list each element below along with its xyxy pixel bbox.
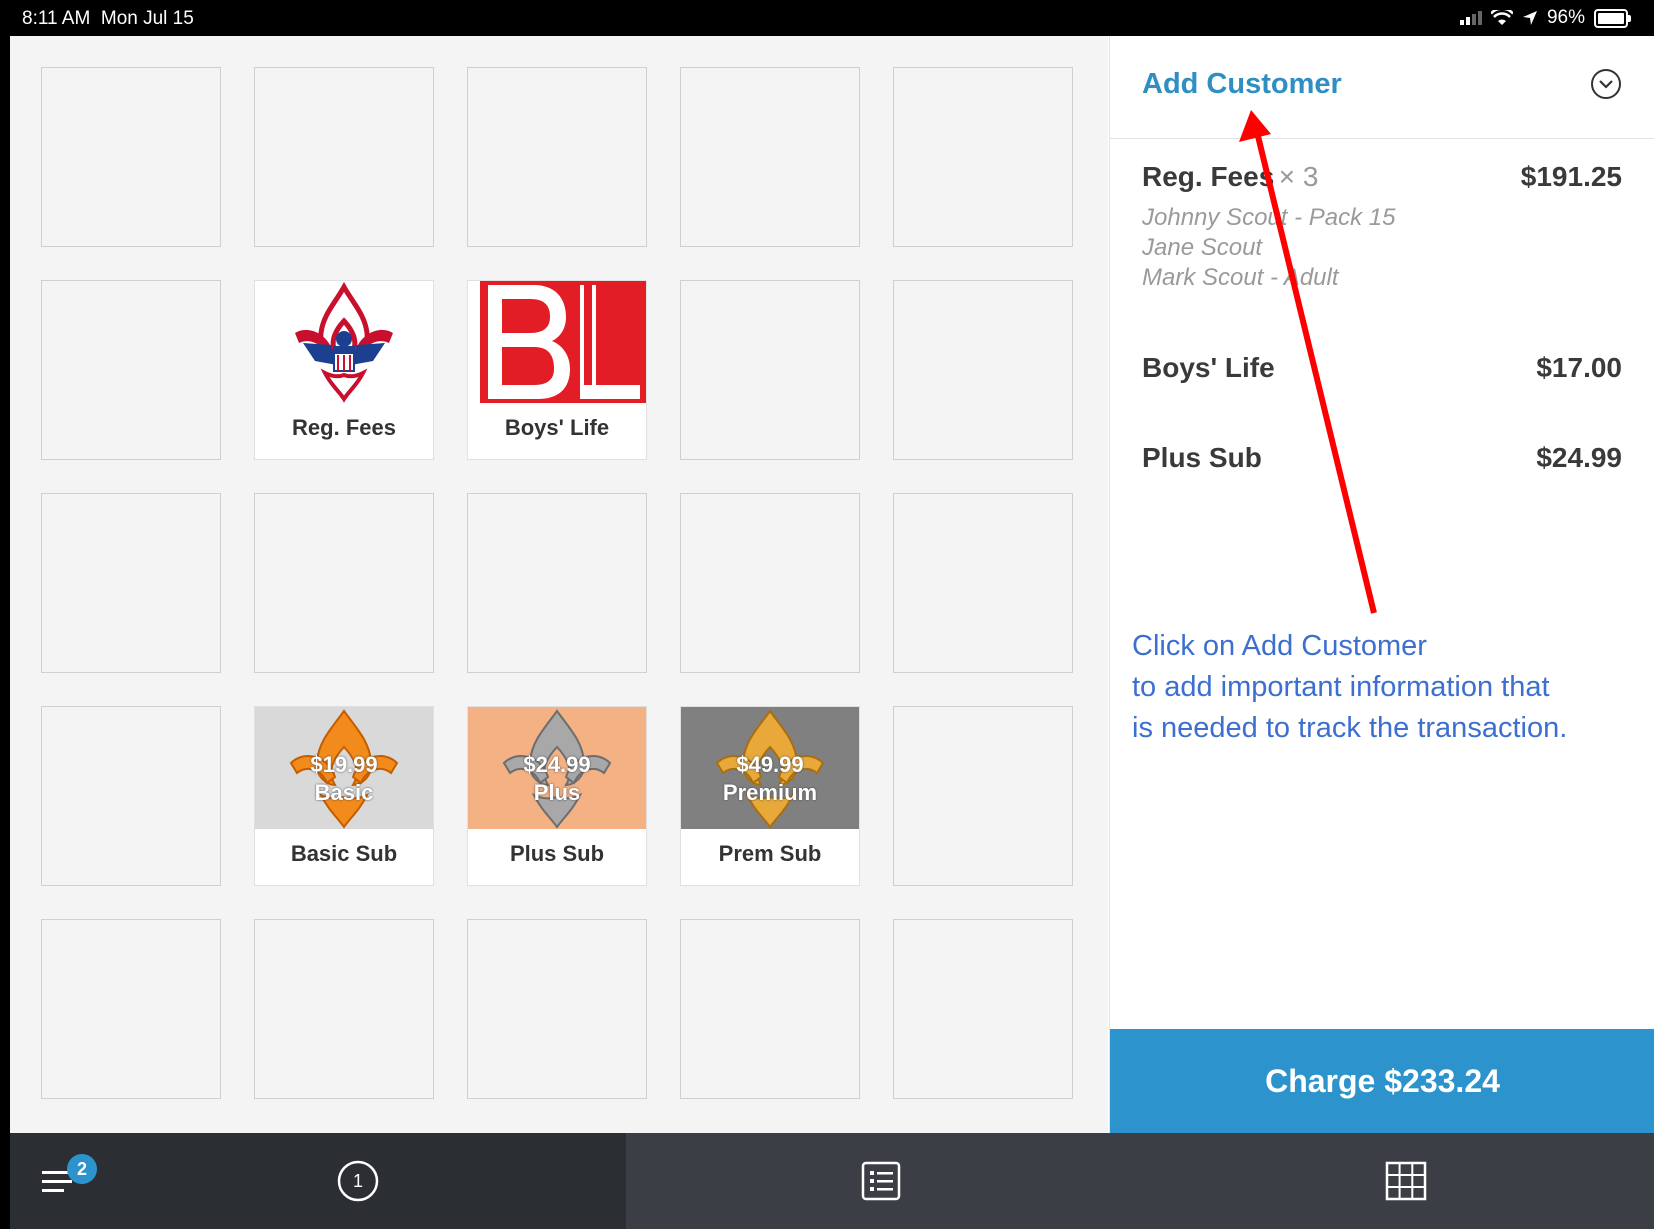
grid-icon	[1385, 1161, 1427, 1201]
line-item-name: Reg. Fees	[1142, 161, 1275, 192]
item-tile-reg-fees[interactable]: Reg. Fees	[254, 280, 434, 460]
overlay-label: Premium	[722, 780, 818, 805]
ticket-tab[interactable]: 1	[106, 1133, 626, 1229]
svg-text:1: 1	[353, 1171, 363, 1191]
overlay-price: $49.99	[736, 752, 804, 777]
tile-label: Plus Sub	[509, 841, 605, 866]
item-tile-prem-sub[interactable]: $49.99 Premium Prem Sub	[680, 706, 860, 886]
status-bar: 8:11 AM Mon Jul 15 96%	[0, 0, 1654, 36]
chevron-down-icon[interactable]	[1590, 68, 1622, 100]
cart-panel: Add Customer Reg. Fees × 3 $191.25 Johnn…	[1109, 36, 1654, 1133]
cart-line-item[interactable]: Boys' Life $17.00	[1142, 352, 1622, 384]
cart-line-item[interactable]: Reg. Fees × 3 $191.25 Johnny Scout - Pac…	[1142, 161, 1622, 293]
line-item-amount: $191.25	[1520, 161, 1622, 192]
status-time: 8:11 AM Mon Jul 15	[22, 8, 194, 30]
item-tile-boys-life[interactable]: Boys' Life	[467, 280, 647, 460]
empty-tile[interactable]	[680, 280, 860, 460]
empty-tile[interactable]	[467, 67, 647, 247]
cart-header: Add Customer	[1110, 36, 1654, 139]
price-overlay: $49.99 Premium	[681, 751, 859, 807]
line-item-qty: × 3	[1278, 161, 1319, 192]
bsa-logo-icon	[255, 281, 433, 403]
empty-tile[interactable]	[41, 67, 221, 247]
empty-tile[interactable]	[41, 493, 221, 673]
empty-tile[interactable]	[893, 280, 1073, 460]
add-customer-button[interactable]: Add Customer	[1142, 68, 1342, 101]
line-item-note: Mark Scout - Adult	[1142, 264, 1339, 291]
annotation-text: Click on Add Customer to add important i…	[1132, 626, 1567, 749]
empty-tile[interactable]	[41, 919, 221, 1099]
status-indicators: 96%	[1459, 7, 1631, 29]
annotation-line: is needed to track the transaction.	[1132, 712, 1568, 744]
charge-button[interactable]: Charge $233.24	[1110, 1029, 1654, 1133]
empty-tile[interactable]	[680, 67, 860, 247]
empty-tile[interactable]	[893, 706, 1073, 886]
item-tile-basic-sub[interactable]: $19.99 Basic Basic Sub	[254, 706, 434, 886]
battery-icon	[1594, 8, 1631, 28]
empty-tile[interactable]	[680, 919, 860, 1099]
menu-button[interactable]: 2	[10, 1133, 106, 1229]
annotation-line: to add important information that	[1132, 671, 1550, 703]
price-overlay: $19.99 Basic	[255, 751, 433, 807]
item-grid: Reg. Fees Boys' Life $19.99 Basic Basic …	[10, 36, 1108, 1133]
tile-label: Reg. Fees	[292, 415, 396, 440]
empty-tile[interactable]	[467, 493, 647, 673]
grid-view-tab[interactable]	[1140, 1133, 1654, 1229]
tile-label: Boys' Life	[504, 415, 610, 440]
tile-label: Basic Sub	[290, 841, 398, 866]
clock-date: Mon Jul 15	[100, 8, 194, 29]
line-item-amount: $24.99	[1536, 442, 1622, 473]
notification-badge: 2	[67, 1154, 97, 1184]
cart-line-item[interactable]: Plus Sub $24.99	[1142, 442, 1622, 474]
empty-tile[interactable]	[467, 919, 647, 1099]
annotation-line: Click on Add Customer	[1132, 630, 1427, 662]
battery-percent: 96%	[1546, 7, 1585, 28]
empty-tile[interactable]	[254, 919, 434, 1099]
line-item-amount: $17.00	[1536, 352, 1622, 383]
overlay-price: $24.99	[523, 752, 591, 777]
line-item-note: Jane Scout	[1142, 234, 1263, 261]
line-item-name: Plus Sub	[1142, 442, 1262, 473]
list-icon	[861, 1161, 901, 1201]
location-icon	[1522, 11, 1537, 25]
empty-tile[interactable]	[893, 67, 1073, 247]
clock-time: 8:11 AM	[22, 8, 91, 29]
item-tile-plus-sub[interactable]: $24.99 Plus Plus Sub	[467, 706, 647, 886]
empty-tile[interactable]	[254, 493, 434, 673]
line-item-notes: Johnny Scout - Pack 15 Jane Scout Mark S…	[1142, 203, 1622, 293]
line-item-name: Boys' Life	[1142, 352, 1275, 383]
bottom-toolbar: 2 1	[10, 1133, 1654, 1229]
pos-screen: Reg. Fees Boys' Life $19.99 Basic Basic …	[10, 36, 1654, 1229]
line-item-note: Johnny Scout - Pack 15	[1142, 204, 1396, 231]
wifi-icon	[1490, 10, 1513, 25]
empty-tile[interactable]	[893, 493, 1073, 673]
empty-tile[interactable]	[41, 706, 221, 886]
overlay-price: $19.99	[310, 752, 378, 777]
ticket-number-icon: 1	[337, 1160, 379, 1202]
empty-tile[interactable]	[254, 67, 434, 247]
price-overlay: $24.99 Plus	[468, 751, 646, 807]
empty-tile[interactable]	[41, 280, 221, 460]
overlay-label: Plus	[533, 780, 581, 805]
empty-tile[interactable]	[893, 919, 1073, 1099]
overlay-label: Basic	[314, 780, 374, 805]
signal-icon	[1459, 11, 1482, 25]
tile-label: Prem Sub	[718, 841, 822, 866]
empty-tile[interactable]	[680, 493, 860, 673]
list-view-tab[interactable]	[626, 1133, 1140, 1229]
boys-life-logo-icon	[468, 281, 646, 403]
